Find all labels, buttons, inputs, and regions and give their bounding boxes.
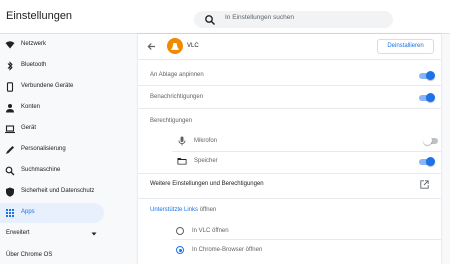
sidebar-item-sicherheit[interactable]: Sicherheit und Datenschutz: [0, 182, 104, 202]
shield-icon: [6, 187, 14, 197]
more-settings-link[interactable]: Weitere Einstellungen und Berechtigungen: [138, 174, 441, 196]
vlc-app-icon: [167, 38, 183, 54]
open-in-vlc-radio[interactable]: [176, 227, 184, 235]
apps-grid-icon: [6, 209, 14, 217]
sidebar-item-label: Erweitert: [6, 230, 30, 236]
wifi-icon: [5, 41, 15, 49]
search-icon: [5, 166, 15, 176]
microphone-icon: [178, 136, 186, 146]
pen-icon: [6, 146, 14, 154]
notifications-label: Benachrichtigungen: [150, 94, 204, 100]
supported-links-link[interactable]: Unterstützte Links: [150, 207, 198, 213]
divider: [172, 239, 441, 240]
sidebar-item-label: Apps: [21, 209, 35, 215]
sidebar-item-personalisierung[interactable]: Personalisierung: [0, 140, 104, 160]
sidebar-item-label: Über Chrome OS: [6, 252, 53, 258]
sidebar-item-label: Verbundene Geräte: [21, 83, 74, 89]
sidebar-item-label: Bluetooth: [21, 62, 47, 68]
sidebar-item-label: Personalisierung: [21, 146, 66, 152]
sidebar-item-ueber-chrome-os[interactable]: Über Chrome OS: [0, 246, 104, 264]
bluetooth-icon: [7, 61, 13, 71]
microphone-toggle[interactable]: [423, 136, 438, 145]
sidebar-item-suchmaschine[interactable]: Suchmaschine: [0, 161, 104, 181]
sidebar-item-label: Sicherheit und Datenschutz: [21, 188, 95, 194]
uninstall-button[interactable]: Deinstallieren: [377, 39, 434, 54]
sidebar-item-label: Suchmaschine: [21, 167, 61, 173]
app-header: VLC Deinstallieren: [138, 34, 441, 58]
pin-label: An Ablage anpinnen: [150, 72, 204, 78]
top-bar: Einstellungen In Einstellungen suchen: [0, 0, 450, 34]
permission-storage-label: Speicher: [194, 158, 218, 164]
sidebar-item-label: Gerät: [21, 125, 37, 131]
divider: [172, 151, 441, 152]
permission-microphone-label: Mikrofon: [194, 138, 218, 144]
more-settings-label: Weitere Einstellungen und Berechtigungen: [150, 181, 264, 187]
chevron-down-icon: [91, 232, 97, 236]
divider: [138, 108, 441, 109]
open-in-vlc-label: In VLC öffnen: [192, 228, 229, 234]
sidebar-item-label: Konten: [21, 104, 41, 110]
sidebar: Netzwerk Bluetooth Verbundene Geräte Kon…: [0, 34, 110, 264]
supported-links-suffix: öffnen: [198, 207, 217, 213]
back-arrow-icon[interactable]: [147, 42, 156, 51]
sidebar-item-apps[interactable]: Apps: [0, 203, 104, 223]
app-detail-panel: VLC Deinstallieren An Ablage anpinnen Be…: [138, 34, 441, 264]
sidebar-item-konten[interactable]: Konten: [0, 98, 104, 118]
open-in-new-icon: [420, 180, 429, 189]
sidebar-item-netzwerk[interactable]: Netzwerk: [0, 35, 104, 55]
phone-icon: [6, 82, 14, 92]
divider: [138, 198, 441, 199]
folder-icon: [177, 158, 187, 165]
search-placeholder: In Einstellungen suchen: [225, 14, 295, 21]
sidebar-item-erweitert[interactable]: Erweitert: [0, 224, 104, 244]
sidebar-item-geraet[interactable]: Gerät: [0, 119, 104, 139]
page-title: Einstellungen: [6, 10, 73, 22]
open-in-chrome-radio[interactable]: [176, 246, 184, 254]
search-icon: [205, 15, 216, 26]
permissions-header: Berechtigungen: [150, 118, 193, 124]
app-name: VLC: [187, 43, 199, 49]
laptop-icon: [5, 125, 15, 134]
search-input[interactable]: In Einstellungen suchen: [194, 11, 393, 28]
person-icon: [6, 104, 14, 113]
sidebar-item-label: Netzwerk: [21, 41, 47, 47]
storage-toggle[interactable]: [419, 157, 435, 166]
sidebar-item-verbundene-geraete[interactable]: Verbundene Geräte: [0, 77, 104, 97]
divider: [138, 59, 441, 60]
divider: [138, 85, 441, 86]
open-in-chrome-label: In Chrome-Browser öffnen: [192, 247, 263, 253]
notifications-toggle[interactable]: [419, 93, 435, 102]
sidebar-item-bluetooth[interactable]: Bluetooth: [0, 56, 104, 76]
pin-toggle[interactable]: [419, 71, 435, 80]
supported-links-text: Unterstützte Links öffnen: [150, 207, 216, 213]
